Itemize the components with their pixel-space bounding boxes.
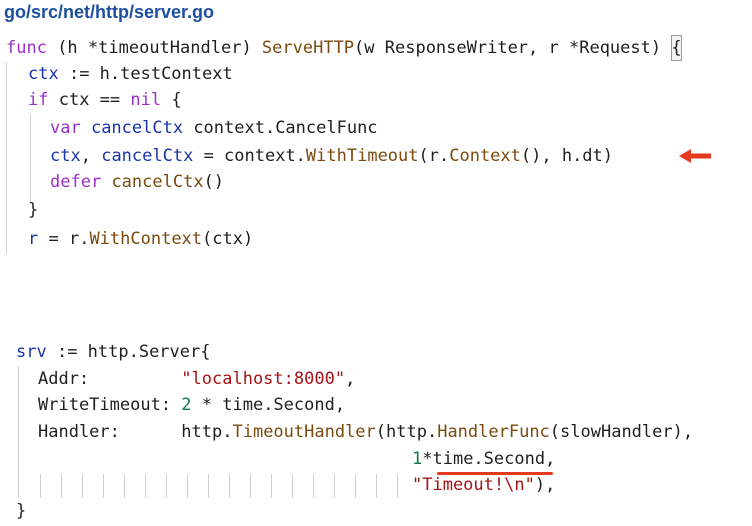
- code-line: }: [28, 200, 39, 220]
- code-line: 1*time.Second,: [412, 449, 556, 469]
- code-line: Addr: "localhost:8000",: [38, 369, 356, 389]
- code-line: defer cancelCtx(): [50, 172, 225, 192]
- page-title: go/src/net/http/server.go: [4, 2, 215, 22]
- code-line: WriteTimeout: 2 * time.Second,: [38, 395, 346, 415]
- indent-guide: [30, 114, 31, 202]
- indent-guide: [6, 62, 7, 254]
- matched-brace: {: [671, 35, 682, 61]
- code-line: srv := http.Server{: [16, 342, 211, 362]
- code-line: func (h *timeoutHandler) ServeHTTP(w Res…: [6, 35, 682, 61]
- keyword: func: [6, 38, 47, 58]
- indent-guide: [18, 366, 19, 498]
- code-line: ctx := h.testContext: [28, 64, 233, 84]
- code-line: var cancelCtx context.CancelFunc: [50, 118, 378, 138]
- code-line-highlighted: ctx, cancelCtx = context.WithTimeout(r.C…: [50, 146, 614, 166]
- code-line: }: [16, 501, 27, 521]
- function-name: ServeHTTP: [261, 38, 355, 58]
- code-line: if ctx == nil {: [28, 90, 182, 110]
- code-line: Handler: http.TimeoutHandler(http.Handle…: [38, 422, 694, 442]
- arrow-left-icon: [679, 149, 711, 163]
- underline-mark: [437, 472, 553, 475]
- code-line: "Timeout!\n"),: [412, 475, 556, 495]
- code-line: r = r.WithContext(ctx): [28, 229, 254, 249]
